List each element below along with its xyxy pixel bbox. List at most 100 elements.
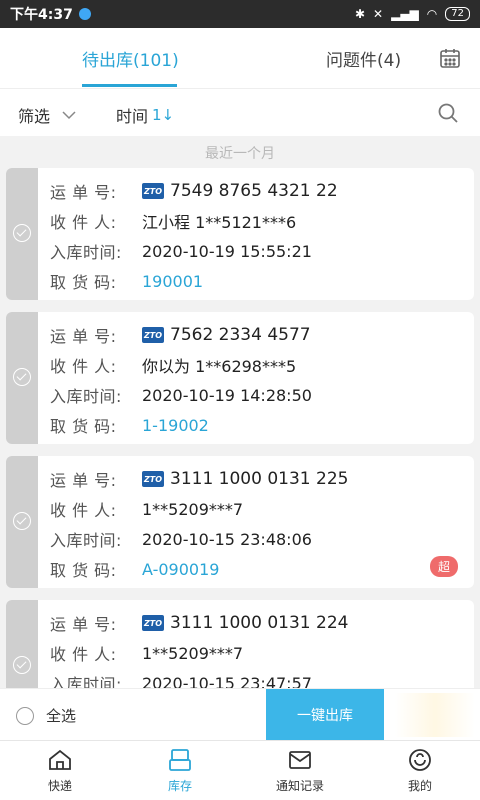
tracking-row: 运 单 号: ZTO 3111 1000 0131 225 — [50, 464, 348, 494]
status-icons: ✱ ✕ ▂▄▆ ◠ 72 — [355, 7, 470, 21]
parcel-card[interactable]: 运 单 号: ZTO 7549 8765 4321 22 收 件 人: 江小程 … — [6, 168, 474, 300]
bottom-action-bar: 全选 一键出库 — [0, 688, 480, 741]
nav-item-express[interactable]: 快递 — [0, 741, 120, 800]
tracking-number: 3111 1000 0131 225 — [170, 469, 349, 489]
wifi-icon: ◠ — [426, 7, 438, 21]
recipient-row: 收 件 人: 你以为 1**6298***5 — [50, 350, 296, 380]
top-tabs: 待出库(101) 问题件(4) — [0, 28, 480, 88]
status-time: 下午4:37 — [10, 7, 73, 23]
tracking-label: 运 单 号: — [50, 183, 117, 202]
check-circle-icon — [13, 368, 31, 386]
pickup-row: 取 货 码: 190001 — [50, 266, 203, 296]
carrier-logo-icon: ZTO — [142, 327, 164, 343]
radio-circle-icon[interactable] — [16, 706, 34, 725]
parcel-card[interactable]: 运 单 号: ZTO 3111 1000 0131 225 收 件 人: 1**… — [6, 456, 474, 588]
bluetooth-icon: ✱ — [354, 7, 366, 21]
pickup-row: 取 货 码: 1-19002 — [50, 410, 209, 440]
recipient-value: 你以为 1**6298***5 — [142, 357, 297, 376]
carrier-logo-icon: ZTO — [142, 615, 164, 631]
status-bar: 下午4:37 ✱ ✕ ▂▄▆ ◠ 72 — [0, 0, 480, 28]
in-time-row: 入库时间: 2020-10-19 15:55:21 — [50, 236, 312, 266]
ship-all-button[interactable]: 一键出库 — [266, 689, 384, 741]
filter-bar: 筛选 时间 1↓ — [0, 88, 480, 136]
home-icon — [49, 749, 71, 770]
mail-icon — [289, 751, 311, 769]
recipient-row: 收 件 人: 江小程 1**5121***6 — [50, 206, 296, 236]
in-time-row: 入库时间: 2020-10-15 23:47:57 — [50, 668, 312, 689]
recipient-value: 江小程 1**5121***6 — [142, 213, 297, 232]
sort-time-button[interactable]: 时间 1↓ — [116, 103, 174, 127]
check-circle-icon — [13, 512, 31, 530]
recipient-label: 收 件 人: — [50, 645, 117, 664]
select-all-label: 全选 — [46, 707, 77, 725]
bottom-navigation: 快递 库存 通知记录 我的 — [0, 740, 480, 800]
nav-item-notifications[interactable]: 通知记录 — [240, 741, 360, 800]
section-label: 最近一个月 — [205, 146, 275, 162]
nav-label: 快递 — [47, 779, 72, 793]
sort-arrow-icon: 1↓ — [152, 106, 175, 124]
pickup-label: 取 货 码: — [50, 561, 117, 580]
tracking-row: 运 单 号: ZTO 7562 2334 4577 — [50, 320, 311, 350]
in-time-label: 入库时间: — [50, 675, 122, 688]
tracking-row: 运 单 号: ZTO 7549 8765 4321 22 — [50, 176, 338, 206]
search-icon[interactable] — [436, 101, 460, 125]
recipient-value: 1**5209***7 — [142, 499, 244, 519]
check-circle-icon — [13, 656, 31, 674]
in-time-label: 入库时间: — [50, 387, 122, 406]
pickup-code: 1-19002 — [142, 415, 209, 435]
tracking-label: 运 单 号: — [50, 327, 117, 346]
carrier-logo-icon: ZTO — [142, 183, 164, 199]
nav-label: 我的 — [407, 779, 432, 793]
signal-icon: ▂▄▆ — [391, 7, 419, 21]
pickup-label: 取 货 码: — [50, 417, 117, 436]
in-time-value: 2020-10-15 23:47:57 — [142, 673, 312, 689]
filter-dropdown[interactable]: 筛选 — [18, 103, 76, 127]
mute-icon: ✕ — [373, 7, 384, 21]
recipient-label: 收 件 人: — [50, 213, 117, 232]
select-all-toggle[interactable]: 全选 — [16, 705, 76, 726]
in-time-value: 2020-10-19 14:28:50 — [142, 385, 312, 405]
in-time-label: 入库时间: — [50, 243, 122, 262]
in-time-label: 入库时间: — [50, 531, 122, 550]
tracking-row: 运 单 号: ZTO 3111 1000 0131 224 — [50, 608, 348, 638]
filter-label: 筛选 — [18, 107, 51, 126]
recipient-value: 1**5209***7 — [142, 643, 244, 663]
parcel-card[interactable]: 运 单 号: ZTO 3111 1000 0131 224 收 件 人: 1**… — [6, 600, 474, 688]
pickup-row: 取 货 码: A-090019 — [50, 554, 219, 584]
ship-all-label: 一键出库 — [297, 708, 353, 724]
tracking-number: 7549 8765 4321 22 — [170, 181, 338, 201]
pickup-code: 190001 — [142, 271, 204, 291]
nav-item-inventory[interactable]: 库存 — [120, 741, 240, 800]
recipient-row: 收 件 人: 1**5209***7 — [50, 494, 243, 524]
card-select-strip[interactable] — [6, 312, 38, 444]
carrier-logo-icon: ZTO — [142, 471, 164, 487]
in-time-value: 2020-10-19 15:55:21 — [142, 241, 312, 261]
card-select-strip[interactable] — [6, 456, 38, 588]
in-time-value: 2020-10-15 23:48:06 — [142, 529, 312, 549]
check-circle-icon — [13, 224, 31, 242]
decorative-glow — [395, 693, 475, 737]
tracking-label: 运 单 号: — [50, 615, 117, 634]
overdue-badge: 超 — [429, 556, 458, 577]
pickup-code: A-090019 — [142, 559, 220, 579]
profile-icon — [409, 749, 431, 771]
recipient-row: 收 件 人: 1**5209***7 — [50, 638, 243, 668]
tracking-label: 运 单 号: — [50, 471, 117, 490]
recipient-label: 收 件 人: — [50, 501, 117, 520]
nav-item-profile[interactable]: 我的 — [360, 741, 480, 800]
in-time-row: 入库时间: 2020-10-19 14:28:50 — [50, 380, 312, 410]
inventory-icon — [169, 749, 191, 771]
in-time-row: 入库时间: 2020-10-15 23:48:06 — [50, 524, 312, 554]
card-select-strip[interactable] — [6, 600, 38, 688]
nav-label: 库存 — [167, 779, 192, 793]
calendar-icon[interactable] — [438, 46, 462, 70]
battery-icon: 72 — [445, 7, 470, 21]
tracking-number: 7562 2334 4577 — [170, 325, 311, 345]
tab-active-indicator — [82, 84, 177, 87]
tab-issues[interactable]: 问题件(4) — [326, 46, 401, 71]
card-select-strip[interactable] — [6, 168, 38, 300]
app-notification-icon — [78, 8, 91, 20]
tab-pending[interactable]: 待出库(101) — [82, 46, 179, 71]
chevron-down-icon — [62, 111, 76, 120]
parcel-card[interactable]: 运 单 号: ZTO 7562 2334 4577 收 件 人: 你以为 1**… — [6, 312, 474, 444]
